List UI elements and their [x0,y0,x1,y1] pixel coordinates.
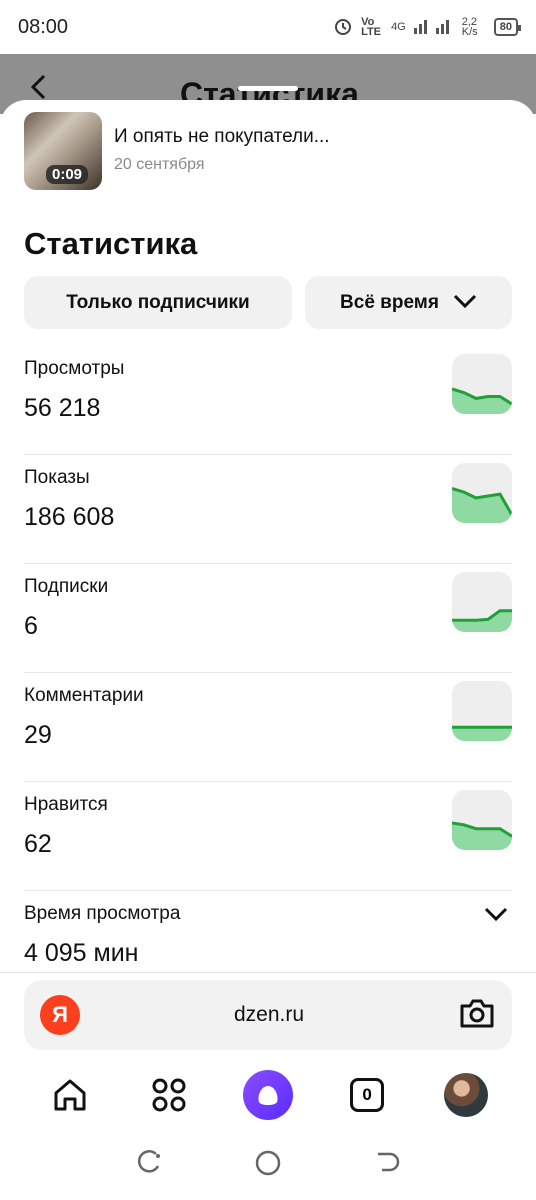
metric-impressions[interactable]: Показы 186 608 [24,455,512,564]
browser-url-bar[interactable]: Я dzen.ru [24,980,512,1050]
metric-value: 4 095 мин [24,939,139,967]
video-thumbnail: 0:09 [24,112,102,190]
filters: Только подписчики Всё время [24,276,512,329]
status-icons: Vo LTE 4G 2,2 K/s 80 [333,16,522,39]
services-grid-icon[interactable] [143,1069,195,1121]
sparkline-area [452,823,512,850]
sparkline [452,572,512,632]
metric-label: Нравится [24,794,108,815]
status-bar: 08:00 Vo LTE 4G 2,2 K/s 80 [0,0,536,54]
profile-avatar[interactable] [440,1069,492,1121]
period-dropdown[interactable]: Всё время [305,276,512,329]
metric-label: Время просмотра [24,903,181,924]
net-speed: 2,2 K/s [461,16,478,38]
post-header[interactable]: 0:09 И опять не покупатели... 20 сентябр… [24,112,330,190]
network-type: 4G [391,21,406,33]
recent-apps-icon[interactable] [136,1149,162,1181]
system-nav-bar [0,1130,536,1200]
metric-value: 29 [24,721,52,749]
subscribers-only-filter[interactable]: Только подписчики [24,276,292,329]
metric-value: 56 218 [24,394,101,422]
statistics-sheet: 0:09 И опять не покупатели... 20 сентябр… [0,100,536,974]
chevron-down-icon [453,292,477,314]
metric-label: Подписки [24,576,109,597]
metric-watch-time[interactable]: Время просмотра 4 095 мин [24,891,512,974]
sparkline-area [452,727,512,741]
alarm-icon [333,16,353,39]
post-title: И опять не покупатели... [114,126,330,147]
sheet-drag-handle[interactable] [238,86,298,91]
volte-indicator: Vo LTE [361,16,382,38]
post-date: 20 сентября [114,156,205,173]
metric-value: 62 [24,830,52,858]
period-label: Всё время [340,291,439,313]
sparkline [452,681,512,741]
metric-subscriptions[interactable]: Подписки 6 [24,564,512,673]
sparkline [452,354,512,414]
video-duration: 0:09 [46,165,89,184]
sparkline [452,463,512,523]
status-time: 08:00 [18,15,69,38]
camera-icon[interactable] [458,996,496,1035]
tabs-count: 0 [350,1078,385,1112]
alice-assistant-icon[interactable] [242,1069,294,1121]
divider [0,972,536,973]
metric-value: 6 [24,612,38,640]
metrics-list: Просмотры 56 218 Показы 186 608 Подписки… [24,346,512,974]
metric-value: 186 608 [24,503,115,531]
metric-comments[interactable]: Комментарии 29 [24,673,512,782]
sparkline-area [452,488,512,523]
avatar [444,1073,489,1117]
filter-label: Только подписчики [66,291,250,313]
home-icon[interactable] [44,1069,96,1121]
chevron-down-icon[interactable] [484,907,508,926]
metric-label: Комментарии [24,685,144,706]
metric-label: Показы [24,467,90,488]
yandex-logo-icon[interactable]: Я [40,995,80,1035]
page-title: Статистика [24,226,198,261]
metric-label: Просмотры [24,358,125,379]
sparkline [452,790,512,850]
bottom-nav: 0 [0,1060,536,1130]
metric-views[interactable]: Просмотры 56 218 [24,346,512,455]
home-circle-icon[interactable] [254,1149,282,1182]
battery-icon: 80 [493,18,522,36]
metric-likes[interactable]: Нравится 62 [24,782,512,891]
tabs-button[interactable]: 0 [341,1069,393,1121]
signal-icon [413,18,454,37]
url-text[interactable]: dzen.ru [80,1003,458,1027]
back-icon[interactable] [374,1150,400,1181]
